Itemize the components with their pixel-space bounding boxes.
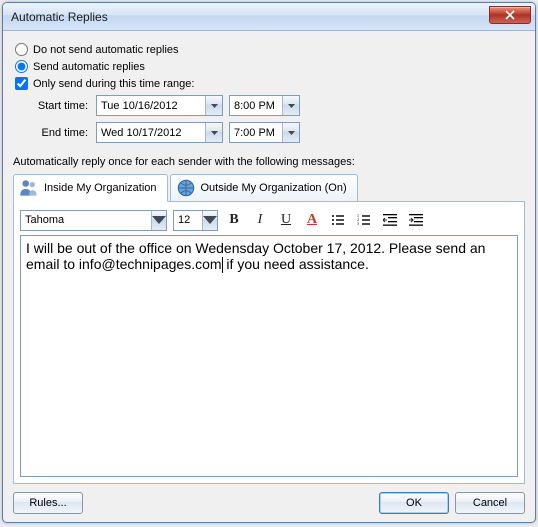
font-color-button[interactable]: A: [302, 210, 322, 230]
globe-icon: [175, 178, 197, 198]
chevron-down-icon[interactable]: [282, 123, 299, 142]
section-label: Automatically reply once for each sender…: [13, 156, 525, 168]
radio-send-auto[interactable]: Send automatic replies: [13, 60, 525, 73]
window-title: Automatic Replies: [11, 10, 489, 24]
check-only-range[interactable]: Only send during this time range:: [13, 77, 525, 90]
cancel-button[interactable]: Cancel: [455, 492, 525, 514]
dialog-content: Do not send automatic replies Send autom…: [3, 31, 535, 522]
start-time-label: Start time:: [13, 100, 88, 112]
tab-strip: Inside My Organization Outside My Organi…: [13, 172, 525, 202]
bullet-list-button[interactable]: [328, 210, 348, 230]
end-time-input[interactable]: [230, 123, 282, 142]
message-editor[interactable]: I will be out of the office on Wedensday…: [20, 235, 518, 477]
radio-send-auto-input[interactable]: [15, 60, 28, 73]
chevron-down-icon[interactable]: [205, 96, 222, 115]
close-button[interactable]: [489, 6, 531, 24]
check-only-range-label: Only send during this time range:: [33, 78, 194, 90]
row-start-time: Start time:: [13, 95, 525, 116]
end-time-combo[interactable]: [229, 122, 300, 143]
dialog-button-row: Rules... OK Cancel: [13, 484, 525, 514]
underline-button[interactable]: U: [276, 210, 296, 230]
font-size-combo[interactable]: [173, 210, 218, 231]
tab-panel-inside: B I U A 123 I will be out of the offic: [13, 201, 525, 484]
font-family-input[interactable]: [21, 211, 151, 230]
start-time-input[interactable]: [230, 96, 282, 115]
title-bar[interactable]: Automatic Replies: [3, 3, 535, 31]
radio-do-not-send[interactable]: Do not send automatic replies: [13, 43, 525, 56]
chevron-down-icon[interactable]: [205, 123, 222, 142]
people-icon: [18, 178, 40, 198]
end-time-label: End time:: [13, 127, 88, 139]
start-date-input[interactable]: [97, 96, 205, 115]
rules-button[interactable]: Rules...: [13, 492, 83, 514]
check-only-range-input[interactable]: [15, 77, 28, 90]
format-toolbar: B I U A 123: [20, 208, 518, 232]
tab-outside-org-label: Outside My Organization (On): [201, 182, 347, 194]
radio-send-auto-label: Send automatic replies: [33, 61, 145, 73]
numbered-list-button[interactable]: 123: [354, 210, 374, 230]
font-family-combo[interactable]: [20, 210, 167, 231]
font-size-input[interactable]: [174, 211, 202, 230]
radio-do-not-send-label: Do not send automatic replies: [33, 44, 179, 56]
outdent-button[interactable]: [380, 210, 400, 230]
indent-button[interactable]: [406, 210, 426, 230]
italic-button[interactable]: I: [250, 210, 270, 230]
chevron-down-icon[interactable]: [202, 211, 217, 230]
tab-outside-org[interactable]: Outside My Organization (On): [170, 174, 358, 202]
end-date-input[interactable]: [97, 123, 205, 142]
ok-button[interactable]: OK: [379, 492, 449, 514]
chevron-down-icon[interactable]: [282, 96, 299, 115]
tab-inside-org[interactable]: Inside My Organization: [13, 174, 168, 202]
start-time-combo[interactable]: [229, 95, 300, 116]
bold-button[interactable]: B: [224, 210, 244, 230]
tab-inside-org-label: Inside My Organization: [44, 182, 157, 194]
dialog-window: Automatic Replies Do not send automatic …: [2, 2, 536, 523]
svg-text:3: 3: [357, 221, 359, 226]
end-date-combo[interactable]: [96, 122, 223, 143]
chevron-down-icon[interactable]: [151, 211, 166, 230]
radio-do-not-send-input[interactable]: [15, 43, 28, 56]
start-date-combo[interactable]: [96, 95, 223, 116]
row-end-time: End time:: [13, 122, 525, 143]
message-text-part2: if you need assistance.: [223, 256, 369, 272]
